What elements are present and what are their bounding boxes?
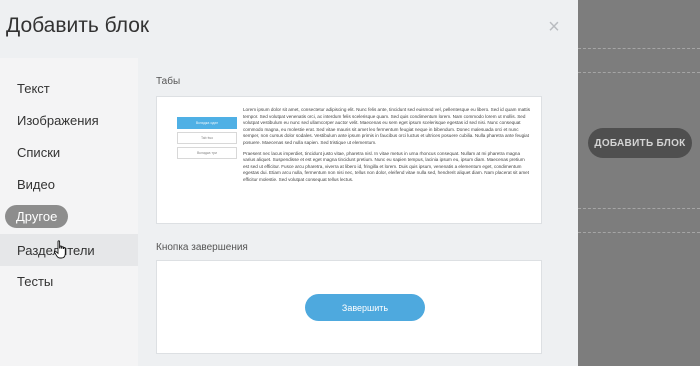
tab-content-text: Lorem ipsum dolor sit amet, consectetur …: [243, 107, 531, 188]
tab-item: Вкладка один: [177, 117, 237, 129]
tabs-block-preview[interactable]: Вкладка один Tab two Вкладка три Lorem i…: [156, 96, 542, 224]
tab-paragraph: Lorem ipsum dolor sit amet, consectetur …: [243, 107, 531, 145]
section-divider: [578, 232, 700, 233]
page-backdrop: ДОБАВИТЬ БЛОК: [578, 0, 700, 366]
sidebar-item-label: Другое: [5, 204, 69, 228]
section-divider: [578, 48, 700, 49]
sidebar-item-label: Тесты: [17, 273, 54, 289]
sidebar-item-label: Текст: [17, 80, 50, 96]
section-divider: [578, 72, 700, 73]
tab-item: Tab two: [177, 132, 237, 144]
modal-header: Добавить блок ×: [0, 0, 578, 58]
block-preview-list: Табы Вкладка один Tab two Вкладка три Lo…: [138, 58, 562, 366]
sidebar-item-images[interactable]: Изображения: [0, 105, 138, 135]
close-icon[interactable]: ×: [545, 17, 563, 37]
tab-item: Вкладка три: [177, 147, 237, 159]
section-divider: [578, 208, 700, 209]
sidebar-item-label: Списки: [17, 144, 61, 160]
tab-list: Вкладка один Tab two Вкладка три: [177, 117, 237, 162]
finish-button: Завершить: [305, 294, 425, 321]
sidebar-item-video[interactable]: Видео: [0, 169, 138, 199]
sidebar-item-tests[interactable]: Тесты: [0, 266, 138, 296]
scroll-gutter: [562, 58, 578, 366]
sidebar-item-label: Видео: [17, 176, 55, 192]
modal-title: Добавить блок: [6, 14, 150, 37]
add-block-modal: Добавить блок × Текст Изображения Списки…: [0, 0, 578, 366]
block-category-sidebar: Текст Изображения Списки Видео Другое Ра…: [0, 58, 138, 366]
sidebar-item-text[interactable]: Текст: [0, 73, 138, 103]
section-title: Кнопка завершения: [156, 242, 248, 253]
tab-paragraph: Praesent nec lacus imperdiet, tincidunt …: [243, 150, 529, 182]
sidebar-item-dividers[interactable]: Разделители: [0, 234, 138, 266]
sidebar-item-lists[interactable]: Списки: [0, 137, 138, 167]
sidebar-item-other[interactable]: Другое: [0, 201, 138, 231]
section-title: Табы: [156, 76, 181, 87]
finish-button-block-preview[interactable]: Завершить: [156, 260, 542, 354]
add-block-button[interactable]: ДОБАВИТЬ БЛОК: [588, 128, 692, 158]
hand-cursor-icon: [54, 240, 66, 259]
sidebar-item-label: Изображения: [17, 112, 99, 128]
